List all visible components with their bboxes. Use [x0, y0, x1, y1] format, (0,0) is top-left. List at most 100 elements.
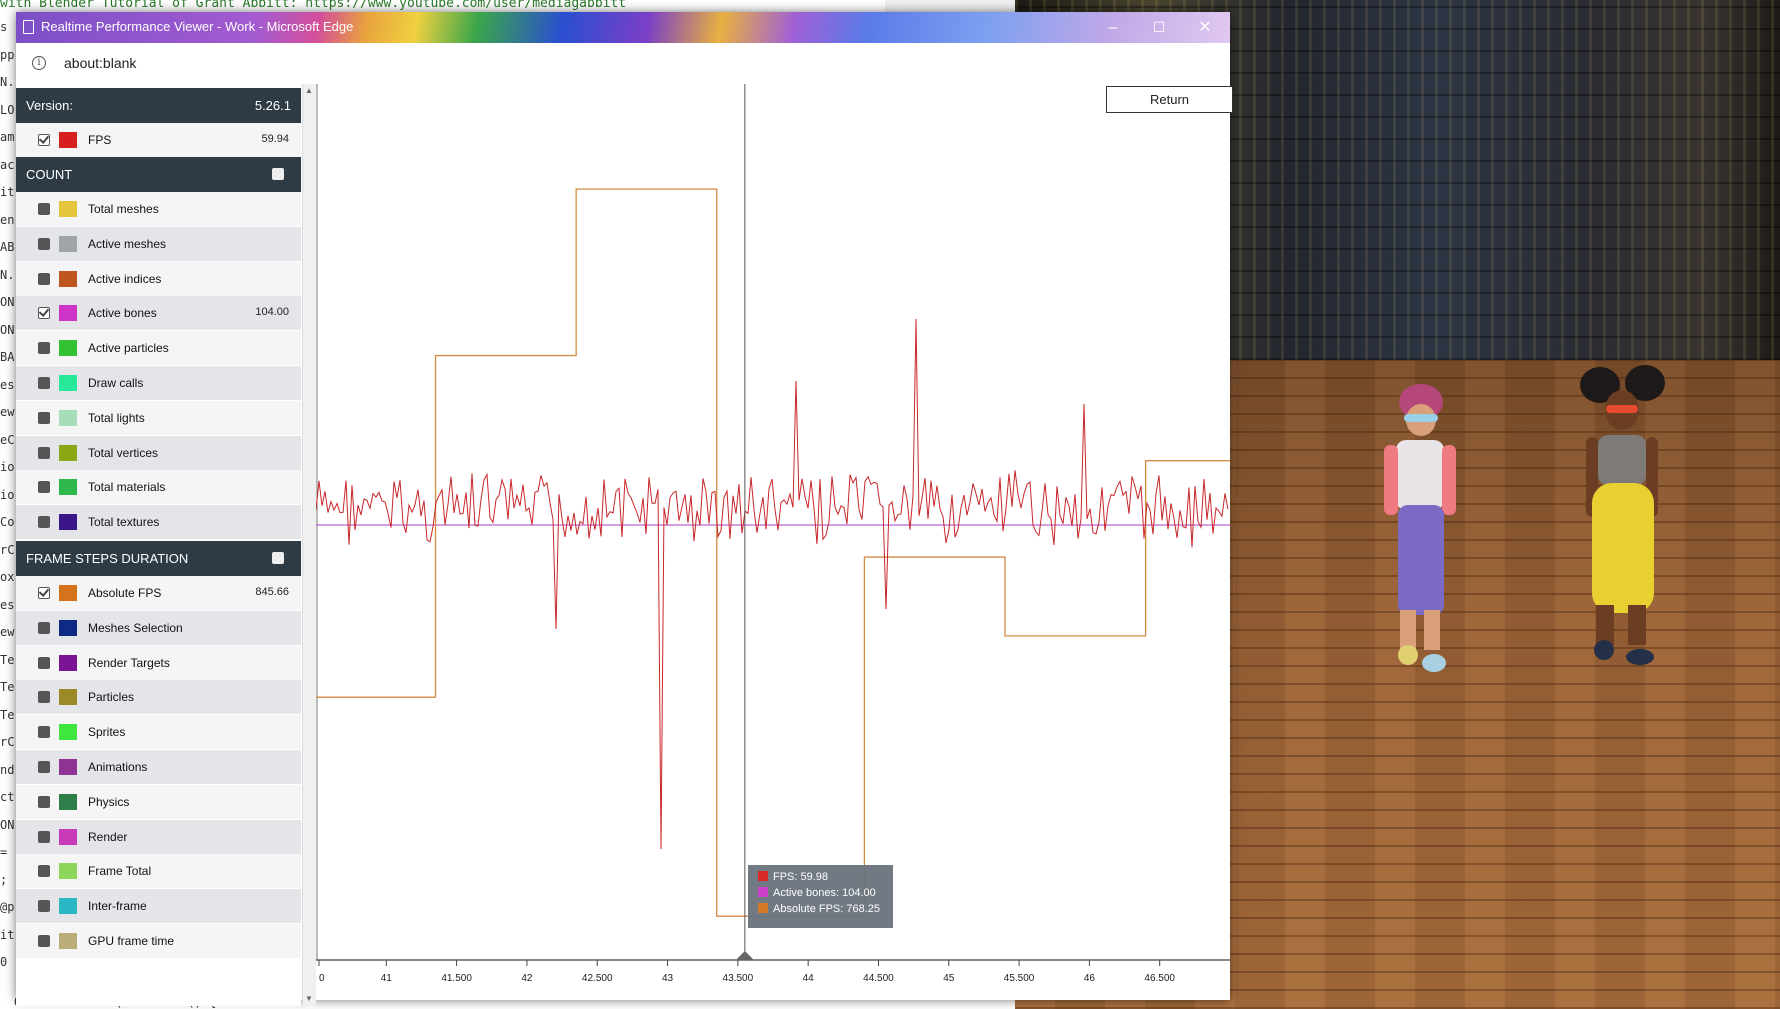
- maximize-button[interactable]: ☐: [1136, 12, 1182, 43]
- active-bones-checkbox[interactable]: [38, 307, 50, 320]
- absolute-fps-color-swatch: [59, 585, 77, 601]
- performance-chart[interactable]: 0 41 41.500 42 42.500 43 43.500 44 44.500 45 45.50…: [316, 84, 1230, 1000]
- sidebar-item-meshes-selection[interactable]: Meshes Selection: [16, 610, 301, 645]
- active-particles-label: Active particles: [88, 341, 169, 356]
- code-fragment: Te: [0, 707, 15, 722]
- scroll-down-arrow-icon[interactable]: ▼: [305, 994, 313, 1003]
- sprites-checkbox[interactable]: [38, 726, 50, 739]
- scroll-up-arrow-icon[interactable]: ▲: [305, 86, 313, 95]
- gpu-frame-time-checkbox[interactable]: [38, 935, 50, 947]
- total-textures-label: Total textures: [88, 515, 160, 530]
- sidebar-scrollbar[interactable]: ▲ ▼: [302, 84, 316, 1006]
- active-meshes-checkbox[interactable]: [38, 237, 50, 250]
- particles-checkbox[interactable]: [38, 691, 50, 704]
- x-tick-label: 42.500: [582, 973, 613, 984]
- minimize-button[interactable]: –: [1090, 12, 1136, 43]
- chart-svg[interactable]: 0 41 41.500 42 42.500 43 43.500 44 44.500 45 45.50…: [316, 84, 1230, 1000]
- sidebar-item-total-meshes[interactable]: Total meshes: [16, 192, 301, 226]
- code-top-line: with Blender Tutorial of Grant Abbitt: h…: [0, 0, 627, 11]
- info-icon[interactable]: i: [32, 56, 46, 70]
- sidebar-item-particles[interactable]: Particles: [16, 680, 301, 715]
- render-targets-label: Render Targets: [88, 655, 170, 670]
- code-fragment: am: [0, 130, 15, 144]
- total-vertices-color-swatch: [59, 444, 77, 461]
- inter-frame-checkbox[interactable]: [38, 900, 50, 913]
- sidebar-item-inter-frame[interactable]: Inter-frame: [16, 889, 301, 924]
- active-bones-color-swatch: [59, 305, 77, 322]
- sidebar-item-frame-total[interactable]: Frame Total: [16, 854, 301, 889]
- code-fragment: ct: [0, 790, 15, 804]
- code-fragment: AB: [0, 240, 15, 254]
- avatar-character-left: [1384, 384, 1456, 672]
- sidebar-item-total-vertices[interactable]: Total vertices: [16, 435, 301, 470]
- sidebar-item-total-materials[interactable]: Total materials: [16, 470, 301, 505]
- absolute-fps-checkbox[interactable]: [38, 587, 50, 599]
- sidebar-item-animations[interactable]: Animations: [16, 750, 301, 784]
- sidebar-item-active-indices[interactable]: Active indices: [16, 261, 301, 296]
- sidebar-item-fps[interactable]: FPS 59.94: [16, 123, 301, 157]
- cursor-marker-icon: [735, 951, 754, 960]
- active-particles-checkbox[interactable]: [38, 342, 50, 355]
- total-textures-checkbox[interactable]: [38, 516, 50, 529]
- x-tick-label: 44: [803, 973, 815, 984]
- address-url[interactable]: about:blank: [64, 55, 136, 71]
- window-title: Realtime Performance Viewer - Work - Mic…: [41, 19, 354, 34]
- tooltip-abs-swatch: [758, 903, 768, 913]
- address-bar[interactable]: i about:blank: [16, 43, 1230, 85]
- particles-label: Particles: [88, 690, 135, 705]
- frame-total-checkbox[interactable]: [38, 865, 50, 878]
- close-button[interactable]: ✕: [1182, 12, 1228, 43]
- total-meshes-label: Total meshes: [88, 202, 159, 216]
- code-fragment: N.: [0, 267, 15, 282]
- edge-browser-window: Realtime Performance Viewer - Work - Mic…: [16, 12, 1230, 1006]
- code-fragment: N.: [0, 75, 15, 89]
- sidebar-item-gpu-frame-time[interactable]: GPU frame time: [16, 924, 301, 958]
- code-fragment: ON: [0, 322, 15, 337]
- tooltip-fps-swatch: [758, 871, 768, 881]
- code-fragment: ox: [0, 570, 15, 584]
- x-tick-label: 0: [319, 973, 325, 984]
- count-header-label: COUNT: [26, 167, 73, 182]
- sidebar-item-total-textures[interactable]: Total textures: [16, 505, 301, 540]
- sidebar-item-absolute-fps[interactable]: Absolute FPS 845.66: [16, 576, 301, 610]
- meshes-selection-checkbox[interactable]: [38, 621, 50, 634]
- total-lights-checkbox[interactable]: [38, 411, 50, 424]
- total-meshes-checkbox[interactable]: [38, 203, 50, 215]
- sidebar-item-active-meshes[interactable]: Active meshes: [16, 226, 301, 261]
- tooltip-abs: Absolute FPS: 768.25: [758, 903, 880, 917]
- sprites-label: Sprites: [88, 725, 126, 740]
- total-lights-label: Total lights: [88, 410, 145, 425]
- sidebar-item-physics[interactable]: Physics: [16, 784, 301, 819]
- sidebar-item-active-particles[interactable]: Active particles: [16, 331, 301, 366]
- active-indices-checkbox[interactable]: [38, 272, 50, 285]
- render-targets-checkbox[interactable]: [38, 656, 50, 669]
- draw-calls-color-swatch: [59, 375, 77, 391]
- tooltip-bones: Active bones: 104.00: [758, 887, 876, 901]
- sidebar-item-render[interactable]: Render: [16, 819, 301, 854]
- sidebar-item-draw-calls[interactable]: Draw calls: [16, 366, 301, 400]
- x-tick-label: 45: [943, 973, 955, 984]
- sidebar-item-sprites[interactable]: Sprites: [16, 715, 301, 750]
- sidebar-item-total-lights[interactable]: Total lights: [16, 400, 301, 435]
- x-tick-label: 41.500: [441, 973, 472, 984]
- return-button[interactable]: Return: [1106, 86, 1233, 113]
- frame-steps-header-label: FRAME STEPS DURATION: [26, 551, 189, 566]
- x-tick-label: 44.500: [863, 973, 894, 984]
- absolute-fps-label: Absolute FPS: [88, 586, 162, 600]
- code-fragment: Co: [0, 515, 15, 529]
- code-fragment: ew: [0, 625, 15, 639]
- total-vertices-checkbox[interactable]: [38, 446, 50, 459]
- count-toggle-all-checkbox[interactable]: [272, 168, 284, 180]
- animations-checkbox[interactable]: [38, 761, 50, 773]
- code-fragment: nd: [0, 762, 15, 777]
- render-checkbox[interactable]: [38, 830, 50, 843]
- draw-calls-checkbox[interactable]: [38, 377, 50, 389]
- window-title-bar[interactable]: Realtime Performance Viewer - Work - Mic…: [16, 12, 1230, 43]
- total-materials-checkbox[interactable]: [38, 481, 50, 494]
- sidebar-item-active-bones[interactable]: Active bones 104.00: [16, 296, 301, 331]
- frame-steps-toggle-all-checkbox[interactable]: [272, 552, 284, 564]
- sidebar-item-render-targets[interactable]: Render Targets: [16, 645, 301, 680]
- fps-checkbox[interactable]: [38, 134, 50, 146]
- physics-checkbox[interactable]: [38, 795, 50, 808]
- x-tick-label: 46: [1084, 973, 1096, 984]
